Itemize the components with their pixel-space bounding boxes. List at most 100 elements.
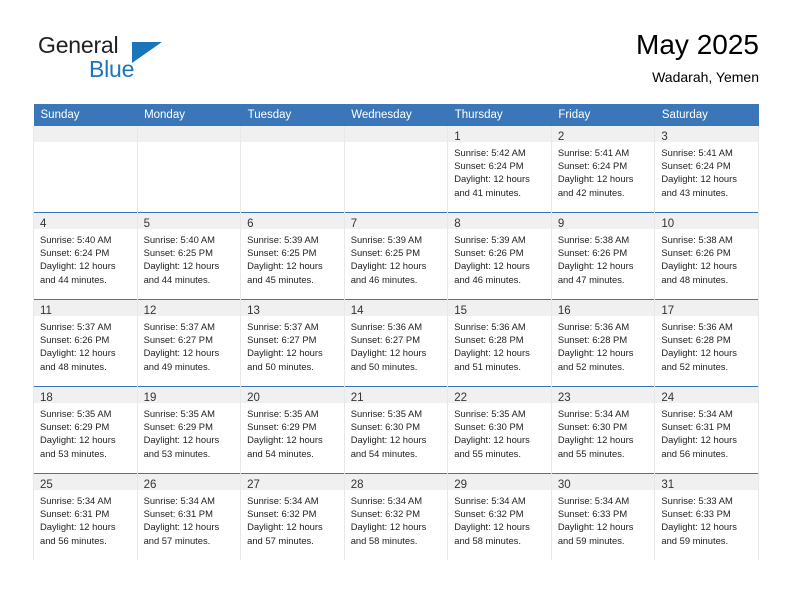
day-cell-details: Sunrise: 5:37 AM Sunset: 6:26 PM Daylight:…	[34, 316, 137, 373]
calendar-day-cell[interactable]: 8 Sunrise: 5:39 AM Sunset: 6:26 PM Daylight…	[447, 212, 552, 300]
daylight-text-line1: Daylight: 12 hours	[454, 347, 530, 359]
day-number-band	[137, 126, 241, 142]
sunrise-text: Sunrise: 5:34 AM	[454, 495, 526, 506]
calendar-week-row: 4 Sunrise: 5:40 AM Sunset: 6:24 PM Daylight…	[33, 212, 759, 300]
sunrise-text: Sunrise: 5:37 AM	[143, 321, 215, 332]
sunrise-text: Sunrise: 5:36 AM	[350, 321, 423, 332]
day-cell-details: Sunrise: 5:38 AM Sunset: 6:26 PM Daylight:…	[552, 229, 655, 286]
calendar-cell-empty	[343, 126, 449, 213]
daylight-text-line2: and 44 minutes.	[40, 273, 107, 285]
sunset-text: Sunset: 6:26 PM	[40, 334, 110, 346]
calendar-day-cell[interactable]: 24 Sunrise: 5:34 AM Sunset: 6:31 PM Dayligh…	[654, 386, 759, 474]
day-number-band: 1	[448, 126, 551, 143]
calendar-day-cell[interactable]: 14 Sunrise: 5:36 AM Sunset: 6:27 PM Dayligh…	[343, 299, 449, 387]
day-cell-inner: 19 Sunrise: 5:35 AM Sunset: 6:29 PM Dayligh…	[137, 387, 241, 473]
calendar-day-cell[interactable]: 11 Sunrise: 5:37 AM Sunset: 6:26 PM Dayligh…	[33, 299, 138, 387]
day-number: 16	[557, 305, 571, 317]
calendar-day-cell[interactable]: 28 Sunrise: 5:34 AM Sunset: 6:32 PM Dayligh…	[343, 473, 449, 560]
calendar-day-cell[interactable]: 23 Sunrise: 5:34 AM Sunset: 6:30 PM Dayligh…	[550, 386, 656, 474]
day-number: 13	[247, 305, 260, 317]
day-cell-details: Sunrise: 5:38 AM Sunset: 6:26 PM Daylight:…	[655, 229, 758, 286]
sunset-text: Sunset: 6:31 PM	[40, 508, 110, 520]
sunset-text: Sunset: 6:33 PM	[557, 508, 628, 520]
calendar-day-cell[interactable]: 19 Sunrise: 5:35 AM Sunset: 6:29 PM Dayligh…	[136, 386, 242, 474]
day-number-band	[241, 126, 344, 142]
calendar-day-cell[interactable]: 18 Sunrise: 5:35 AM Sunset: 6:29 PM Dayligh…	[33, 386, 138, 474]
sunset-text: Sunset: 6:25 PM	[247, 247, 317, 259]
calendar-day-cell[interactable]: 27 Sunrise: 5:34 AM Sunset: 6:32 PM Dayligh…	[240, 473, 345, 560]
calendar-day-cell[interactable]: 25 Sunrise: 5:34 AM Sunset: 6:31 PM Dayligh…	[33, 473, 138, 560]
calendar-day-cell[interactable]: 9 Sunrise: 5:38 AM Sunset: 6:26 PM Daylight…	[550, 212, 656, 300]
sunset-text: Sunset: 6:30 PM	[454, 421, 524, 433]
calendar-day-cell[interactable]: 17 Sunrise: 5:36 AM Sunset: 6:28 PM Dayligh…	[654, 299, 759, 387]
day-cell-inner: 15 Sunrise: 5:36 AM Sunset: 6:28 PM Dayligh…	[448, 300, 551, 386]
day-cell-inner: 14 Sunrise: 5:36 AM Sunset: 6:27 PM Dayligh…	[344, 300, 448, 386]
day-number-band: 11	[34, 300, 137, 317]
daylight-text-line1: Daylight: 12 hours	[661, 347, 737, 359]
calendar-header-row: Sunday Monday Tuesday Wednesday Thursday…	[33, 104, 759, 126]
daylight-text-line1: Daylight: 12 hours	[350, 347, 427, 359]
calendar-day-cell[interactable]: 21 Sunrise: 5:35 AM Sunset: 6:30 PM Dayligh…	[343, 386, 449, 474]
daylight-text-line1: Daylight: 12 hours	[454, 434, 530, 446]
day-number-band: 29	[448, 474, 551, 491]
daylight-text-line2: and 55 minutes.	[454, 447, 521, 459]
day-cell-inner	[137, 126, 241, 212]
general-blue-logo[interactable]: General Blue	[33, 32, 213, 88]
calendar-day-cell[interactable]: 10 Sunrise: 5:38 AM Sunset: 6:26 PM Dayligh…	[654, 212, 759, 300]
sunrise-text: Sunrise: 5:34 AM	[350, 495, 423, 506]
daylight-text-line1: Daylight: 12 hours	[143, 434, 220, 446]
calendar-day-cell[interactable]: 4 Sunrise: 5:40 AM Sunset: 6:24 PM Daylight…	[33, 212, 138, 300]
day-cell-details: Sunrise: 5:34 AM Sunset: 6:32 PM Daylight:…	[241, 490, 344, 547]
calendar-day-cell[interactable]: 2 Sunrise: 5:41 AM Sunset: 6:24 PM Daylight…	[550, 126, 656, 213]
calendar-day-cell[interactable]: 6 Sunrise: 5:39 AM Sunset: 6:25 PM Daylight…	[240, 212, 345, 300]
day-cell-details: Sunrise: 5:36 AM Sunset: 6:27 PM Daylight:…	[345, 316, 448, 373]
day-number-band: 10	[655, 213, 758, 230]
day-number: 23	[557, 392, 571, 404]
daylight-text-line2: and 57 minutes.	[247, 534, 314, 546]
daylight-text-line1: Daylight: 12 hours	[557, 434, 634, 446]
calendar-day-cell[interactable]: 31 Sunrise: 5:33 AM Sunset: 6:33 PM Dayligh…	[654, 473, 759, 560]
day-cell-details: Sunrise: 5:34 AM Sunset: 6:31 PM Daylight:…	[138, 490, 241, 547]
calendar-day-cell[interactable]: 16 Sunrise: 5:36 AM Sunset: 6:28 PM Dayligh…	[550, 299, 656, 387]
day-number-band: 13	[241, 300, 344, 317]
day-cell-inner: 29 Sunrise: 5:34 AM Sunset: 6:32 PM Dayligh…	[448, 474, 551, 560]
calendar-day-cell[interactable]: 7 Sunrise: 5:39 AM Sunset: 6:25 PM Daylight…	[343, 212, 449, 300]
daylight-text-line1: Daylight: 12 hours	[557, 521, 634, 533]
calendar-day-cell[interactable]: 26 Sunrise: 5:34 AM Sunset: 6:31 PM Dayligh…	[136, 473, 242, 560]
calendar-day-cell[interactable]: 15 Sunrise: 5:36 AM Sunset: 6:28 PM Dayligh…	[447, 299, 552, 387]
daylight-text-line2: and 43 minutes.	[661, 186, 729, 198]
sunrise-text: Sunrise: 5:36 AM	[661, 321, 733, 332]
day-number: 12	[143, 305, 157, 317]
title-block: May 2025 Wadarah, Yemen	[636, 28, 759, 86]
calendar-day-cell[interactable]: 5 Sunrise: 5:40 AM Sunset: 6:25 PM Daylight…	[136, 212, 242, 300]
daylight-text-line1: Daylight: 12 hours	[40, 434, 116, 446]
day-number-band: 15	[448, 300, 551, 317]
day-number: 21	[350, 392, 364, 404]
calendar-day-cell[interactable]: 30 Sunrise: 5:34 AM Sunset: 6:33 PM Dayligh…	[550, 473, 656, 560]
day-number-band	[34, 126, 137, 142]
day-number: 17	[661, 305, 675, 317]
day-cell-inner: 27 Sunrise: 5:34 AM Sunset: 6:32 PM Dayligh…	[241, 474, 344, 560]
calendar-day-cell[interactable]: 12 Sunrise: 5:37 AM Sunset: 6:27 PM Dayligh…	[136, 299, 242, 387]
day-number: 6	[247, 218, 254, 230]
day-number: 14	[350, 305, 364, 317]
day-number-band: 31	[655, 474, 758, 491]
day-cell-inner	[344, 126, 448, 212]
daylight-text-line2: and 44 minutes.	[143, 273, 211, 285]
day-number-band: 2	[551, 126, 655, 143]
day-number: 24	[661, 392, 675, 404]
calendar-day-cell[interactable]: 1 Sunrise: 5:42 AM Sunset: 6:24 PM Daylight…	[447, 126, 552, 213]
day-cell-details: Sunrise: 5:39 AM Sunset: 6:26 PM Daylight:…	[448, 229, 551, 286]
day-cell-inner: 28 Sunrise: 5:34 AM Sunset: 6:32 PM Dayligh…	[344, 474, 448, 560]
calendar-day-cell[interactable]: 29 Sunrise: 5:34 AM Sunset: 6:32 PM Dayligh…	[447, 473, 552, 560]
calendar-day-cell[interactable]: 13 Sunrise: 5:37 AM Sunset: 6:27 PM Dayligh…	[240, 299, 345, 387]
day-number-band: 28	[344, 474, 448, 491]
daylight-text-line1: Daylight: 12 hours	[143, 347, 220, 359]
calendar-day-cell[interactable]: 3 Sunrise: 5:41 AM Sunset: 6:24 PM Daylight…	[654, 126, 759, 213]
sunset-text: Sunset: 6:32 PM	[454, 508, 524, 520]
daylight-text-line1: Daylight: 12 hours	[661, 434, 737, 446]
calendar-day-cell[interactable]: 22 Sunrise: 5:35 AM Sunset: 6:30 PM Dayligh…	[447, 386, 552, 474]
calendar-day-cell[interactable]: 20 Sunrise: 5:35 AM Sunset: 6:29 PM Dayligh…	[240, 386, 345, 474]
sunset-text: Sunset: 6:27 PM	[247, 334, 317, 346]
daylight-text-line2: and 54 minutes.	[350, 447, 418, 459]
